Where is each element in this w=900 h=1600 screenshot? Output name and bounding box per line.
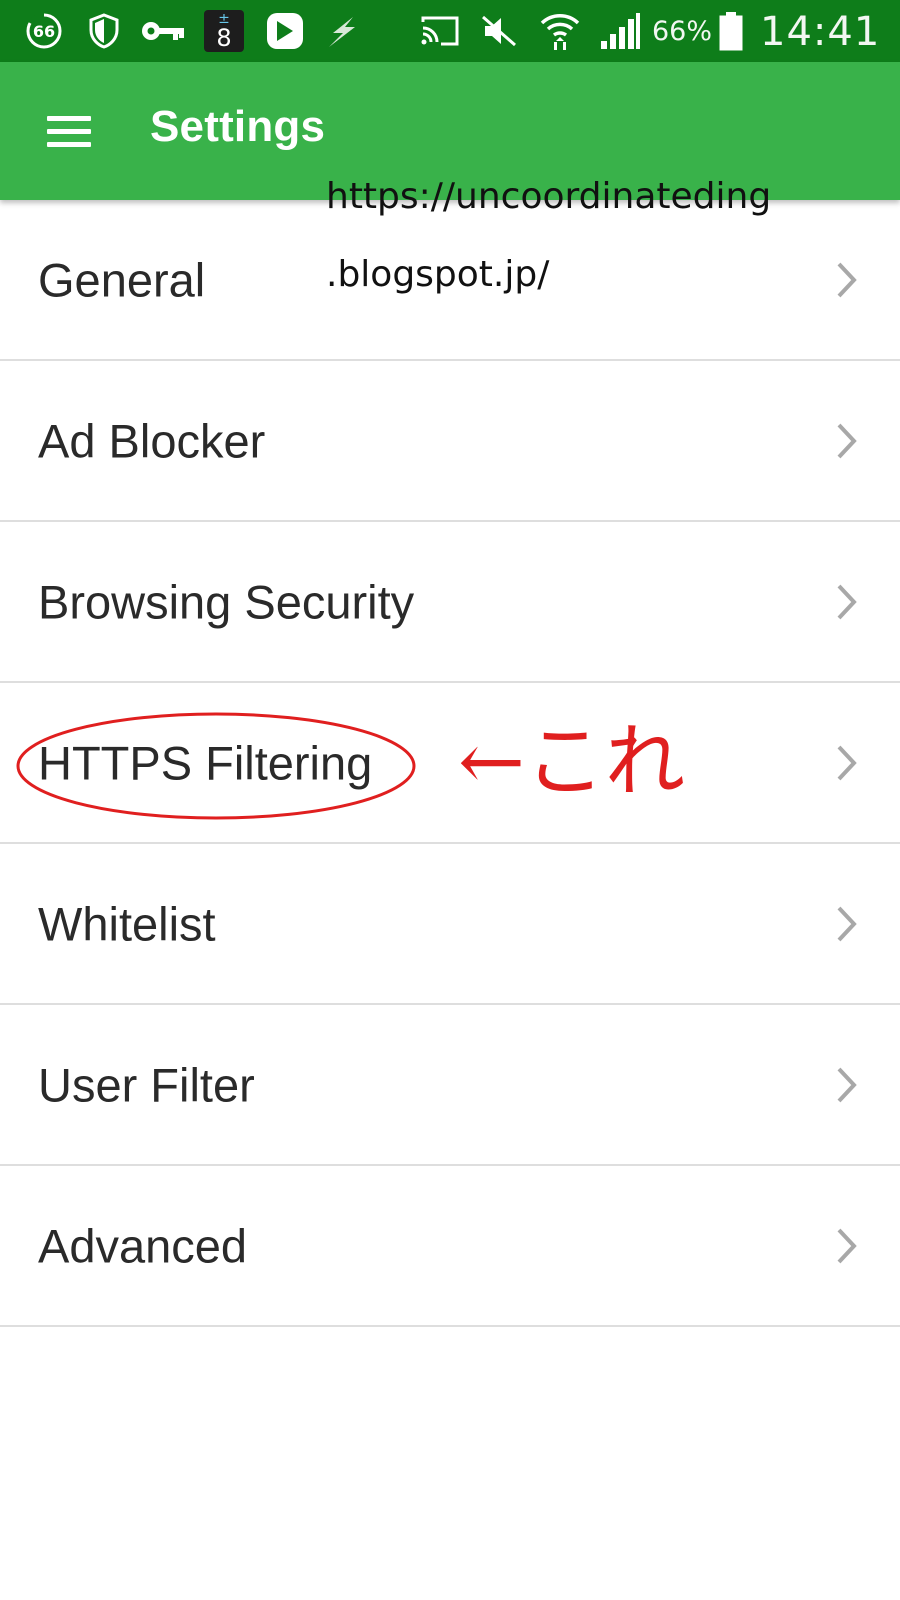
- settings-item-label: Advanced: [38, 1219, 248, 1272]
- watermark-line-2: .blogspot.jp/: [326, 254, 550, 295]
- wifi-icon: [538, 8, 582, 54]
- page-title: Settings: [150, 102, 326, 151]
- mute-icon: [478, 8, 520, 54]
- settings-item-label: Whitelist: [38, 897, 216, 950]
- key-icon: [140, 8, 186, 54]
- chevron-right-icon: [837, 584, 857, 619]
- chevron-right-icon: [837, 423, 857, 458]
- chevron-right-icon: [837, 262, 857, 297]
- settings-item-browsing-security[interactable]: Browsing Security: [0, 522, 900, 683]
- cast-icon: [418, 8, 462, 54]
- chevron-right-icon: [837, 1067, 857, 1102]
- hamburger-menu-icon[interactable]: [44, 112, 94, 152]
- clock: 14:41: [760, 9, 881, 55]
- chevron-right-icon: [837, 1228, 857, 1263]
- battery-percent: 66%: [652, 16, 713, 47]
- settings-item-label: General: [38, 253, 206, 306]
- notif-badge-text: 66: [33, 22, 55, 41]
- line-app-icon: [264, 8, 306, 54]
- shield-icon: [86, 8, 122, 54]
- status-bar: 66 ± 8 66% 14:41: [0, 0, 900, 62]
- signal-icon: [598, 8, 642, 54]
- settings-item-label: User Filter: [38, 1058, 255, 1111]
- ime-badge-bottom: 8: [216, 24, 232, 52]
- url-watermark: https://uncoordinateding .blogspot.jp/: [326, 158, 771, 314]
- watermark-line-1: https://uncoordinateding: [326, 176, 772, 217]
- settings-item-label: Ad Blocker: [38, 414, 266, 467]
- settings-item-whitelist[interactable]: Whitelist: [0, 844, 900, 1005]
- settings-item-user-filter[interactable]: User Filter: [0, 1005, 900, 1166]
- battery-icon: [718, 8, 744, 54]
- highlight-ellipse: [16, 712, 416, 820]
- annotation-text: ←これ: [458, 715, 686, 808]
- ime-8-icon: ± 8: [204, 10, 244, 52]
- chevron-right-icon: [837, 745, 857, 780]
- settings-item-advanced[interactable]: Advanced: [0, 1166, 900, 1327]
- bolt-icon: [322, 8, 362, 54]
- settings-item-label: Browsing Security: [38, 575, 415, 628]
- chevron-right-icon: [837, 906, 857, 941]
- settings-item-ad-blocker[interactable]: Ad Blocker: [0, 361, 900, 522]
- data-saver-66-icon: 66: [22, 8, 66, 54]
